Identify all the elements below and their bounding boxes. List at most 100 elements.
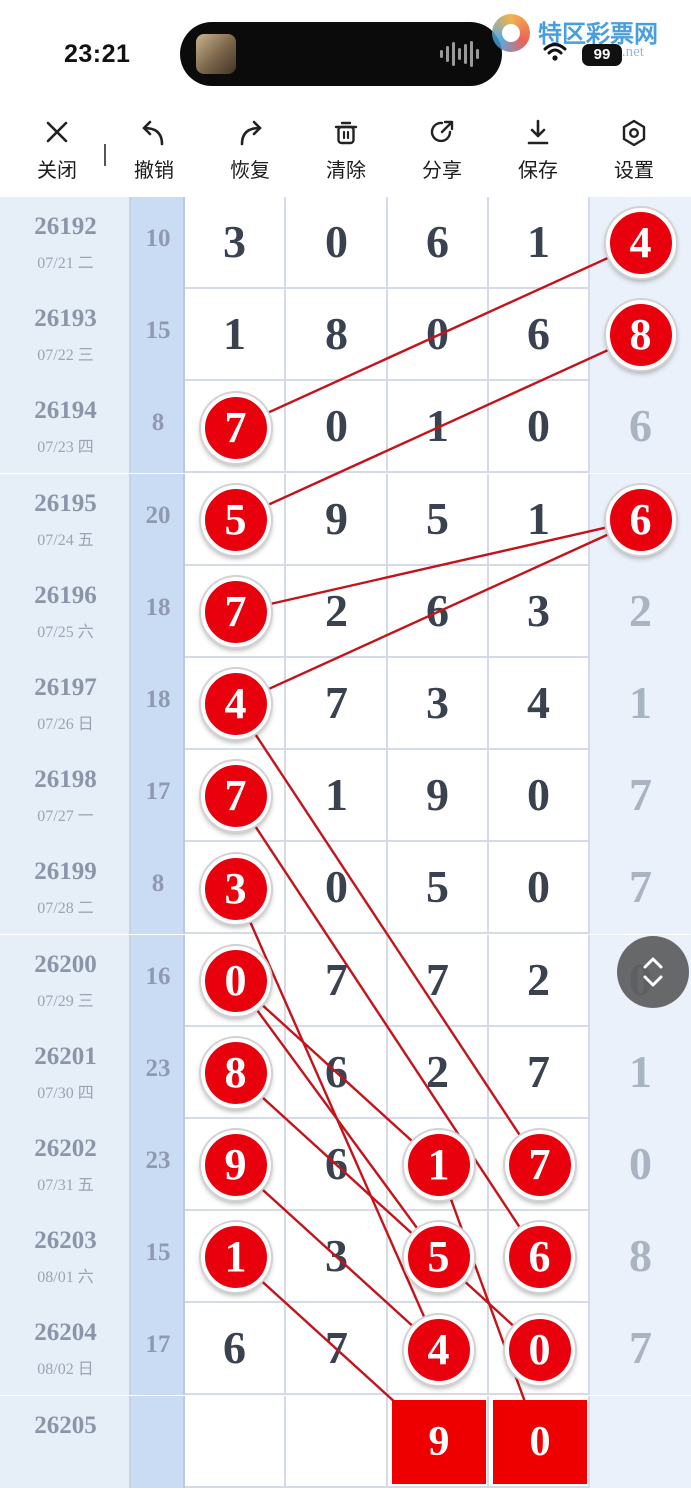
digit-cell[interactable]: 6 xyxy=(489,289,590,382)
digit-cell[interactable]: 7 xyxy=(287,658,388,750)
highlight-ball[interactable]: 3 xyxy=(200,853,271,924)
digit-cell[interactable]: 2 xyxy=(388,1026,489,1119)
digit-cell[interactable]: 1 xyxy=(388,381,489,474)
digit-cell[interactable]: 6 xyxy=(287,1119,388,1211)
digit-cell[interactable]: 0 xyxy=(489,750,590,843)
digit-cell[interactable]: 7 xyxy=(287,1303,388,1396)
highlight-ball[interactable]: 7 xyxy=(200,761,271,832)
digit-cell[interactable]: 0 xyxy=(287,381,388,474)
issue-number: 26204 xyxy=(34,1319,97,1347)
sum-value: 8 xyxy=(151,409,165,437)
highlight-ball[interactable]: 8 xyxy=(605,300,676,371)
highlight-ball[interactable]: 8 xyxy=(200,1037,271,1108)
highlight-ball[interactable]: 1 xyxy=(403,1130,474,1201)
issue-cell: 26192 07/21 二 xyxy=(0,197,131,289)
digit-cell[interactable]: 9 xyxy=(388,750,489,843)
pending-result-square[interactable]: 0 xyxy=(493,1399,587,1484)
highlight-ball[interactable]: 4 xyxy=(403,1314,474,1385)
digit-cell[interactable]: 0 xyxy=(489,381,590,474)
digit-cell-last[interactable]: 0 xyxy=(590,1119,691,1211)
highlight-ball[interactable]: 0 xyxy=(200,945,271,1016)
digit-value: 6 xyxy=(426,216,449,267)
highlight-ball[interactable]: 9 xyxy=(200,1130,271,1201)
highlight-ball[interactable]: 5 xyxy=(403,1222,474,1293)
digit-cell-last[interactable]: 7 xyxy=(590,1303,691,1396)
download-icon xyxy=(527,119,549,145)
highlight-ball[interactable]: 0 xyxy=(504,1314,575,1385)
digit-cell[interactable]: 5 xyxy=(388,473,489,566)
digit-cell[interactable]: 3 xyxy=(388,658,489,750)
digit-cell[interactable]: 1 xyxy=(489,473,590,566)
digit-cell[interactable] xyxy=(185,1395,286,1488)
digit-value: 7 xyxy=(325,953,348,1005)
highlight-ball[interactable]: 7 xyxy=(504,1130,575,1201)
digit-cell[interactable]: 3 xyxy=(185,197,286,289)
digit-cell[interactable]: 4 xyxy=(489,658,590,750)
highlight-ball[interactable]: 1 xyxy=(200,1222,271,1293)
highlight-ball[interactable]: 6 xyxy=(504,1222,575,1293)
redo-label: 恢复 xyxy=(230,158,270,182)
highlight-ball[interactable]: 4 xyxy=(200,669,271,740)
digit-cell[interactable]: 1 xyxy=(287,750,388,843)
sum-cell: 18 xyxy=(131,565,185,658)
highlight-ball[interactable]: 4 xyxy=(605,208,676,279)
digit-cell[interactable]: 2 xyxy=(489,934,590,1027)
digit-cell[interactable]: 7 xyxy=(489,1026,590,1119)
digit-cell-last[interactable]: 7 xyxy=(590,842,691,935)
digit-cell[interactable]: 0 xyxy=(489,842,590,935)
digit-cell[interactable]: 9 xyxy=(287,473,388,566)
redo-button[interactable]: 恢复 xyxy=(215,118,285,194)
digit-value: 2 xyxy=(527,953,550,1005)
digit-cell[interactable]: 8 xyxy=(287,289,388,382)
highlight-ball[interactable]: 7 xyxy=(200,392,271,463)
digit-value: 0 xyxy=(325,216,348,267)
digit-cell-last[interactable]: 7 xyxy=(590,750,691,843)
issue-date: 07/28 二 xyxy=(37,900,94,918)
digit-cell[interactable]: 6 xyxy=(388,565,489,658)
sum-cell: 23 xyxy=(131,1119,185,1211)
digit-value: 6 xyxy=(325,1138,348,1189)
wifi-icon xyxy=(543,43,567,61)
digit-cell-last[interactable] xyxy=(590,1395,691,1488)
digit-cell-last[interactable]: 6 xyxy=(590,381,691,474)
digit-cell[interactable]: 1 xyxy=(489,197,590,289)
scroll-handle[interactable] xyxy=(617,936,689,1008)
digit-value: 0 xyxy=(325,400,348,452)
digit-cell[interactable]: 3 xyxy=(287,1211,388,1304)
digit-cell[interactable]: 3 xyxy=(489,565,590,658)
digit-cell[interactable]: 7 xyxy=(388,934,489,1027)
digit-cell[interactable]: 6 xyxy=(287,1026,388,1119)
digit-value: 3 xyxy=(325,1230,348,1282)
undo-button[interactable]: 撤销 xyxy=(119,118,189,194)
digit-cell-last[interactable]: 1 xyxy=(590,658,691,750)
issue-number: 26194 xyxy=(34,397,97,425)
digit-cell[interactable]: 6 xyxy=(388,197,489,289)
issue-cell: 26198 07/27 一 xyxy=(0,750,131,843)
highlight-ball[interactable]: 5 xyxy=(200,484,271,555)
close-button[interactable]: 关闭 xyxy=(22,118,92,194)
digit-cell[interactable]: 1 xyxy=(185,289,286,382)
clear-button[interactable]: 清除 xyxy=(311,118,381,194)
highlight-ball[interactable]: 6 xyxy=(605,484,676,555)
battery-indicator: 99 xyxy=(582,44,622,66)
digit-cell[interactable]: 7 xyxy=(287,934,388,1027)
settings-button[interactable]: 设置 xyxy=(599,118,669,194)
highlight-ball[interactable]: 7 xyxy=(200,576,271,647)
share-button[interactable]: 分享 xyxy=(407,118,477,194)
pending-result-square[interactable]: 9 xyxy=(392,1399,486,1484)
digit-cell-last[interactable]: 8 xyxy=(590,1211,691,1304)
dynamic-island[interactable] xyxy=(180,22,502,86)
digit-cell[interactable]: 5 xyxy=(388,842,489,935)
digit-cell[interactable]: 0 xyxy=(287,197,388,289)
digit-cell[interactable]: 0 xyxy=(287,842,388,935)
digit-cell-last[interactable]: 2 xyxy=(590,565,691,658)
close-label: 关闭 xyxy=(37,158,77,182)
digit-cell-last[interactable]: 1 xyxy=(590,1026,691,1119)
digit-cell[interactable]: 6 xyxy=(185,1303,286,1396)
save-button[interactable]: 保存 xyxy=(503,118,573,194)
digit-cell[interactable] xyxy=(287,1395,388,1488)
issue-cell: 26200 07/29 三 xyxy=(0,934,131,1027)
digit-cell[interactable]: 2 xyxy=(287,565,388,658)
digit-cell[interactable]: 0 xyxy=(388,289,489,382)
trend-chart-grid[interactable]: 2619207/21 二10306142619307/22 三151806826… xyxy=(0,197,691,1500)
